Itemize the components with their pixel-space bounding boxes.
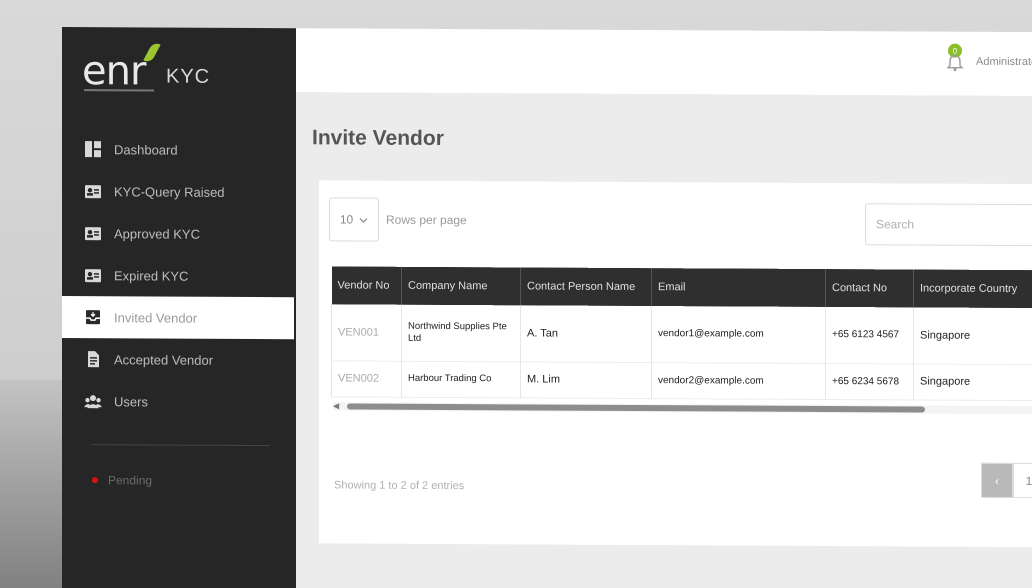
table-row[interactable]: VEN002 Harbour Trading Co M. Lim vendor2… [331,360,1032,401]
sidebar-item-dashboard[interactable]: Dashboard [62,128,296,171]
vendor-table: Vendor No Company Name Contact Person Na… [331,266,1032,401]
sidebar-item-label: Invited Vendor [114,309,198,326]
pending-label: Pending [108,473,153,488]
column-header-contact-no[interactable]: Contact No [825,268,914,308]
pending-status[interactable]: Pending [92,473,152,487]
horizontal-scrollbar[interactable]: ◀ [333,401,1032,415]
scroll-left-icon[interactable]: ◀ [333,401,339,410]
rows-per-page-label: Rows per page [386,212,467,228]
rows-per-page-select[interactable]: 10 [329,197,379,242]
sidebar-item-accepted-vendor[interactable]: Accepted Vendor [62,338,296,381]
sidebar-nav: Dashboard KYC-Query Raised Approved KYC … [62,128,296,423]
cell-company-name: Northwind Supplies Pte Ltd [401,304,521,362]
cell-email: vendor2@example.com [651,362,826,399]
logo-tagline [84,89,154,92]
pending-dot-icon [92,477,98,484]
column-header-vendor-no[interactable]: Vendor No [331,266,402,305]
search-input[interactable] [865,203,1032,247]
sidebar-item-expired-kyc[interactable]: Expired KYC [62,254,296,297]
document-icon [84,350,102,368]
user-menu-label[interactable]: Administrator [976,56,1032,68]
sidebar-item-invited-vendor[interactable]: Invited Vendor [62,296,294,340]
main-content: Invite Vendor 10 Rows per page Vendor No… [296,92,1032,588]
cell-vendor-no: VEN001 [331,304,402,361]
page-title: Invite Vendor [312,126,444,150]
sidebar-item-label: Expired KYC [114,267,189,284]
table-header-row: Vendor No Company Name Contact Person Na… [331,266,1032,309]
id-card-icon [84,224,102,242]
previous-page-button[interactable]: ‹ [981,462,1013,498]
cell-contact-person: M. Lim [520,361,652,399]
sidebar-item-label: Accepted Vendor [114,351,214,368]
sidebar-item-label: Approved KYC [114,225,200,242]
chevron-down-icon [359,213,368,227]
cell-contact-no: +65 6123 4567 [825,306,914,364]
cell-vendor-no: VEN002 [331,360,402,397]
sidebar: enr KYC Dashboard KYC-Query Raised Appro… [62,27,296,588]
scrollbar-thumb[interactable] [347,403,925,413]
topbar: 0 Administrator [296,28,1032,97]
rows-per-page-value: 10 [339,212,354,227]
pagination: ‹ 1 [981,462,1032,499]
dashboard-icon [84,140,102,158]
cell-country: Singapore [913,363,1032,401]
sidebar-item-label: Users [114,393,148,409]
sidebar-item-label: KYC-Query Raised [114,183,225,200]
page-button-1[interactable]: 1 [1013,462,1032,499]
id-card-icon [84,182,102,200]
column-header-country[interactable]: Incorporate Country [913,269,1032,309]
sidebar-item-users[interactable]: Users [62,380,296,423]
column-header-company-name[interactable]: Company Name [401,266,521,306]
vendor-table-card: 10 Rows per page Vendor No Company Name … [319,180,1032,548]
cell-company-name: Harbour Trading Co [401,360,521,398]
users-icon [84,392,102,410]
sidebar-divider [92,444,270,447]
logo-leaf-icon [143,40,161,65]
showing-entries-text: Showing 1 to 2 of 2 entries [334,479,465,493]
logo-product-name: KYC [166,65,211,88]
cell-country: Singapore [913,307,1032,365]
backdrop-shade [0,380,70,588]
cell-contact-person: A. Tan [520,305,652,363]
cell-email: vendor1@example.com [651,306,826,363]
cell-contact-no: +65 6234 5678 [825,362,914,400]
sidebar-item-label: Dashboard [114,141,178,158]
sidebar-item-approved-kyc[interactable]: Approved KYC [62,212,296,255]
notification-bell-icon[interactable]: 0 [944,43,966,74]
brand-logo[interactable]: enr KYC [82,40,282,96]
logo-wordmark: enr [82,48,146,95]
column-header-email[interactable]: Email [651,268,826,307]
id-card-icon [84,266,102,284]
column-header-contact-person[interactable]: Contact Person Name [520,267,652,307]
inbox-icon [84,308,102,326]
sidebar-item-kyc-query-raised[interactable]: KYC-Query Raised [62,170,296,213]
app-window: enr KYC Dashboard KYC-Query Raised Appro… [62,27,1032,588]
table-row[interactable]: VEN001 Northwind Supplies Pte Ltd A. Tan… [331,304,1032,365]
